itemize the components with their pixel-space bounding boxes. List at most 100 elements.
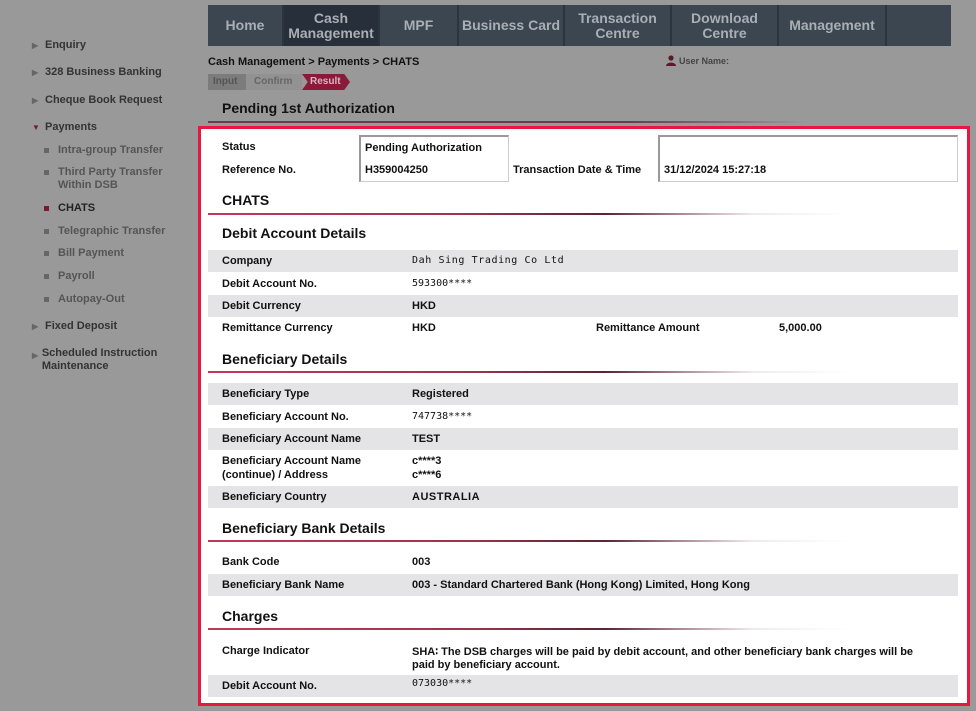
sidebar-item-enquiry[interactable]: ▶ Enquiry bbox=[32, 39, 86, 51]
reference-value: H359004250 bbox=[365, 164, 429, 176]
table-row: Charge Indicator SHA∶ The DSB charges wi… bbox=[208, 639, 958, 675]
section-divider bbox=[208, 628, 848, 630]
sidebar-sub-label: Telegraphic Transfer bbox=[58, 225, 166, 237]
datetime-value: 31/12/2024 15:27:18 bbox=[664, 164, 767, 176]
sidebar-sub-label: Payroll bbox=[58, 270, 95, 282]
section-divider bbox=[208, 213, 848, 215]
sidebar-sub-bill-payment[interactable]: Bill Payment bbox=[44, 247, 124, 260]
reference-label: Reference No. bbox=[222, 164, 296, 176]
status-value: Pending Authorization bbox=[365, 142, 482, 154]
user-name-label: User Name: bbox=[679, 55, 730, 66]
table-row: Beneficiary Bank Name 003 - Standard Cha… bbox=[208, 574, 958, 596]
sidebar-item-scheduled-instruction[interactable]: ▶ Scheduled Instruction Maintenance bbox=[32, 347, 182, 373]
sidebar-sub-chats[interactable]: CHATS bbox=[44, 202, 95, 215]
sidebar-item-label: Fixed Deposit bbox=[45, 320, 118, 332]
table-row: Debit Account No. 593300**** bbox=[208, 273, 958, 295]
table-row: Beneficiary Account Name TEST bbox=[208, 428, 958, 450]
charge-account-label: Debit Account No. bbox=[222, 680, 317, 692]
triangle-down-icon: ▼ bbox=[32, 123, 40, 132]
sidebar-item-payments[interactable]: ▼ Payments bbox=[32, 121, 97, 133]
remittance-currency-value: HKD bbox=[412, 322, 436, 334]
company-value: Dah Sing Trading Co Ltd bbox=[412, 255, 565, 266]
sidebar-sub-label: Third Party Transfer Within DSB bbox=[58, 166, 163, 191]
beneficiary-name-cont-label: Beneficiary Account Name bbox=[222, 455, 361, 467]
datetime-label: Transaction Date & Time bbox=[513, 164, 642, 176]
beneficiary-name-value: TEST bbox=[412, 433, 441, 445]
table-row: Beneficiary Type Registered bbox=[208, 383, 958, 405]
sidebar-item-fixed-deposit[interactable]: ▶ Fixed Deposit bbox=[32, 320, 117, 332]
table-row: Bank Code 003 bbox=[208, 551, 958, 573]
bullet-icon bbox=[44, 170, 49, 175]
beneficiary-type-label: Beneficiary Type bbox=[222, 388, 310, 400]
tab-management[interactable]: Management bbox=[779, 5, 887, 46]
user-info: User Name: bbox=[666, 55, 729, 66]
section-divider bbox=[208, 371, 848, 373]
bank-code-value: 003 bbox=[412, 556, 431, 568]
triangle-right-icon: ▶ bbox=[32, 41, 39, 50]
beneficiary-section-title: Beneficiary Details bbox=[222, 351, 348, 367]
table-row: Remittance Currency HKD Remittance Amoun… bbox=[208, 317, 958, 339]
result-panel: Status Pending Authorization Reference N… bbox=[198, 126, 970, 706]
debit-account-label: Debit Account No. bbox=[222, 278, 317, 290]
title-divider bbox=[208, 121, 808, 123]
bullet-icon bbox=[44, 206, 49, 211]
step-confirm: Confirm bbox=[246, 74, 302, 90]
sidebar-item-328-business-banking[interactable]: ▶ 328 Business Banking bbox=[32, 66, 162, 78]
beneficiary-country-label: Beneficiary Country bbox=[222, 491, 327, 503]
sidebar-sub-third-party-transfer[interactable]: Third Party Transfer Within DSB bbox=[44, 166, 184, 192]
charge-account-value: 073030**** bbox=[412, 678, 473, 689]
sidebar-item-label: Cheque Book Request bbox=[45, 94, 163, 106]
beneficiary-address-label: (continue) / Address bbox=[222, 469, 328, 481]
sidebar-sub-label: CHATS bbox=[58, 202, 96, 214]
bank-code-label: Bank Code bbox=[222, 556, 280, 568]
table-row: Beneficiary Country AUSTRALIA bbox=[208, 486, 958, 508]
page-title: Pending 1st Authorization bbox=[222, 100, 395, 116]
sidebar-sub-intra-group-transfer[interactable]: Intra-group Transfer bbox=[44, 144, 163, 157]
triangle-right-icon: ▶ bbox=[32, 351, 39, 360]
progress-steps: Input Confirm Result bbox=[208, 74, 350, 90]
beneficiary-account-value: 747738**** bbox=[412, 411, 473, 422]
payment-type-title: CHATS bbox=[222, 192, 270, 208]
table-row: Beneficiary Account Name (continue) / Ad… bbox=[208, 450, 958, 486]
top-nav: Home Cash Management MPF Business Card T… bbox=[208, 5, 951, 46]
tab-cash-management[interactable]: Cash Management bbox=[284, 5, 380, 46]
bullet-icon bbox=[44, 251, 49, 256]
tab-mpf[interactable]: MPF bbox=[380, 5, 459, 46]
step-input: Input bbox=[208, 74, 246, 90]
sidebar-sub-autopay-out[interactable]: Autopay-Out bbox=[44, 293, 125, 306]
tab-home[interactable]: Home bbox=[208, 5, 284, 46]
charges-section-title: Charges bbox=[222, 608, 279, 624]
tab-download-centre[interactable]: Download Centre bbox=[672, 5, 779, 46]
company-label: Company bbox=[222, 255, 273, 267]
bank-name-label: Beneficiary Bank Name bbox=[222, 579, 345, 591]
beneficiary-type-value: Registered bbox=[412, 388, 469, 400]
sidebar-item-label: 328 Business Banking bbox=[45, 66, 162, 78]
sidebar-sub-telegraphic-transfer[interactable]: Telegraphic Transfer bbox=[44, 225, 165, 238]
bank-name-value: 003 - Standard Chartered Bank (Hong Kong… bbox=[412, 579, 750, 591]
sidebar-item-label: Enquiry bbox=[45, 39, 86, 51]
debit-section-title: Debit Account Details bbox=[222, 225, 367, 241]
bullet-icon bbox=[44, 229, 49, 234]
triangle-right-icon: ▶ bbox=[32, 322, 39, 331]
tab-transaction-centre[interactable]: Transaction Centre bbox=[565, 5, 672, 46]
beneficiary-name-label: Beneficiary Account Name bbox=[222, 433, 361, 445]
breadcrumb: Cash Management > Payments > CHATS bbox=[208, 56, 420, 68]
triangle-right-icon: ▶ bbox=[32, 68, 39, 77]
bullet-icon bbox=[44, 148, 49, 153]
beneficiary-name-cont-value: c****3 bbox=[412, 455, 442, 467]
status-label: Status bbox=[222, 141, 256, 153]
debit-currency-value: HKD bbox=[412, 300, 436, 312]
table-row: Beneficiary Account No. 747738**** bbox=[208, 406, 958, 428]
debit-currency-label: Debit Currency bbox=[222, 300, 301, 312]
beneficiary-country-value: AUSTRALIA bbox=[412, 491, 481, 503]
bullet-icon bbox=[44, 297, 49, 302]
table-row: Debit Account No. 073030**** bbox=[208, 675, 958, 697]
tab-business-card[interactable]: Business Card bbox=[459, 5, 565, 46]
sidebar-item-cheque-book-request[interactable]: ▶ Cheque Book Request bbox=[32, 94, 162, 106]
step-result: Result bbox=[302, 74, 350, 90]
table-row: Debit Currency HKD bbox=[208, 295, 958, 317]
sidebar-sub-payroll[interactable]: Payroll bbox=[44, 270, 95, 283]
section-divider bbox=[208, 540, 848, 542]
charge-indicator-value-cont: paid by beneficiary account. bbox=[412, 659, 560, 671]
user-icon bbox=[666, 55, 676, 66]
